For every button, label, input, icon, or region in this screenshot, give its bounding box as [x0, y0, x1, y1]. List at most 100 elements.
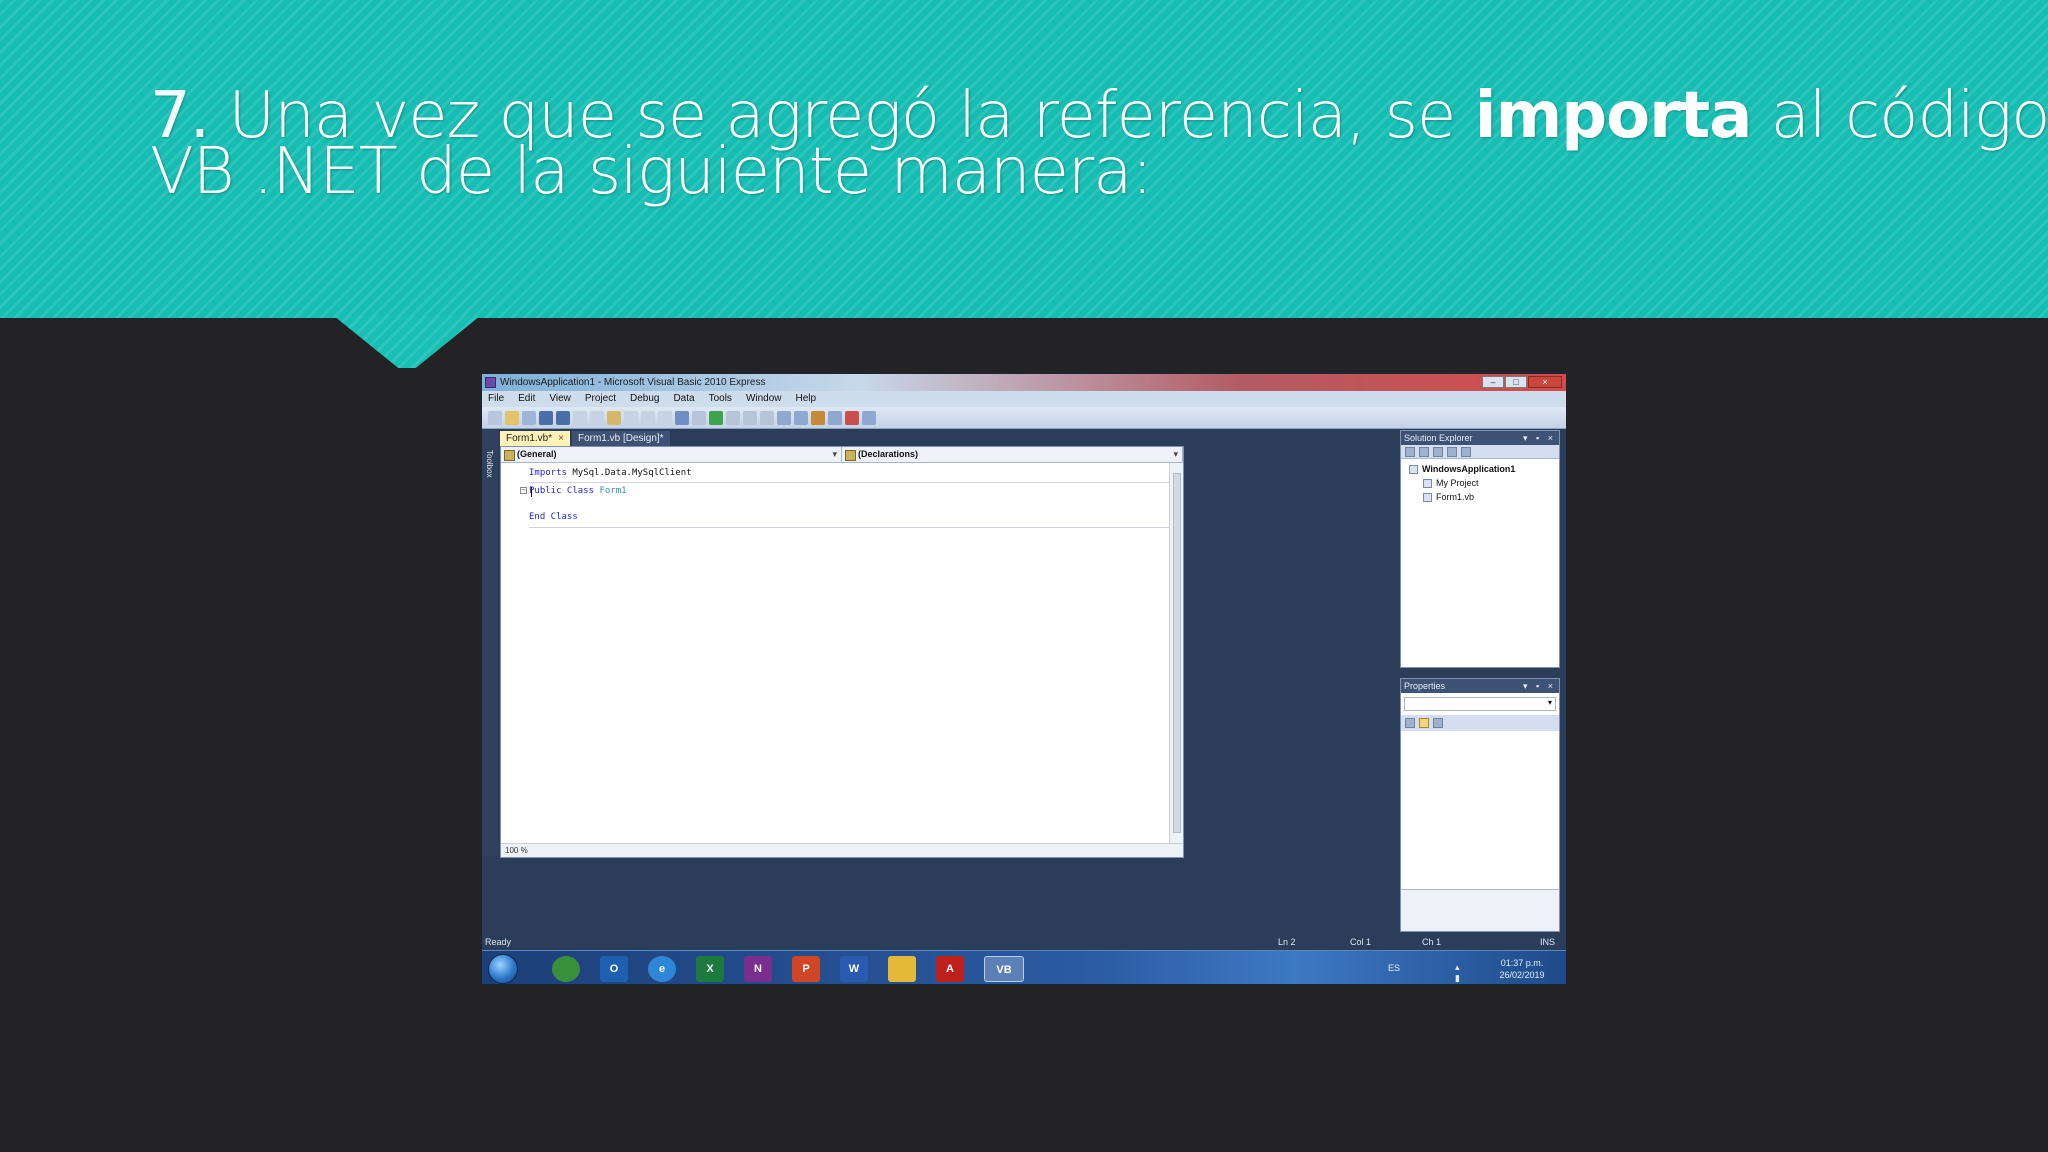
- clock-date: 26/02/2019: [1499, 970, 1545, 980]
- start-button-icon[interactable]: [488, 954, 518, 984]
- tree-item-my-project[interactable]: My Project: [1401, 476, 1559, 490]
- new-project-icon[interactable]: [488, 410, 502, 425]
- title-part-2: al código de: [1770, 79, 2048, 153]
- collapse-outline-icon[interactable]: −: [520, 487, 527, 494]
- onenote-icon[interactable]: N: [744, 956, 772, 982]
- view-designer-icon[interactable]: [1461, 447, 1471, 457]
- keyword: End Class: [529, 512, 578, 522]
- step-over-icon[interactable]: [743, 410, 757, 425]
- panel-controls[interactable]: ▾ ▪ ×: [1523, 431, 1556, 445]
- error-list-icon[interactable]: [845, 410, 859, 425]
- minimize-button[interactable]: –: [1482, 376, 1504, 388]
- open-icon[interactable]: [505, 410, 519, 425]
- close-button[interactable]: ×: [1528, 376, 1562, 388]
- step-into-icon[interactable]: [726, 410, 740, 425]
- menu-debug[interactable]: Debug: [630, 391, 659, 407]
- chevron-down-icon: ▾: [832, 449, 837, 459]
- customize-icon[interactable]: [862, 410, 876, 425]
- tree-item-label: My Project: [1436, 478, 1479, 488]
- code-area[interactable]: Imports MySql.Data.MySqlClient − Public …: [501, 463, 1169, 843]
- property-pages-icon[interactable]: [1433, 718, 1443, 728]
- procedure-separator: [529, 527, 1169, 528]
- tab-form1-code[interactable]: Form1.vb* ×: [500, 431, 570, 446]
- explorer-icon[interactable]: [888, 956, 916, 982]
- word-icon[interactable]: W: [840, 956, 868, 982]
- copy-icon[interactable]: [590, 410, 604, 425]
- properties-icon[interactable]: [1405, 447, 1415, 457]
- acrobat-icon[interactable]: A: [936, 956, 964, 982]
- solution-explorer-panel: Solution Explorer ▾ ▪ × WindowsApplicati…: [1400, 430, 1560, 668]
- tree-item-label: Form1.vb: [1436, 492, 1475, 502]
- vb-app-icon: [485, 377, 496, 388]
- method-name-dropdown[interactable]: (Declarations) ▾: [842, 447, 1183, 462]
- tree-item-solution[interactable]: WindowsApplication1: [1401, 462, 1559, 476]
- language-indicator[interactable]: ES: [1388, 963, 1400, 973]
- tab-label: Form1.vb*: [506, 433, 553, 444]
- object-selector[interactable]: ▾: [1404, 697, 1556, 711]
- menu-window[interactable]: Window: [746, 391, 782, 407]
- chrome-icon[interactable]: [552, 956, 580, 982]
- maximize-button[interactable]: □: [1505, 376, 1527, 388]
- properties-title: Properties: [1404, 681, 1446, 691]
- slide-title: 7. Una vez que se agregó la referencia, …: [150, 84, 2048, 204]
- properties-icon[interactable]: [794, 410, 808, 425]
- cut-icon[interactable]: [573, 410, 587, 425]
- clock[interactable]: 01:37 p.m. 26/02/2019: [1494, 957, 1550, 981]
- chevron-down-icon: ▾: [1173, 449, 1178, 459]
- toolbox-label: Toolbox: [485, 450, 494, 478]
- undo-icon[interactable]: [675, 410, 689, 425]
- add-item-icon[interactable]: [522, 410, 536, 425]
- toolbox-icon[interactable]: [811, 410, 825, 425]
- tab-form1-design[interactable]: Form1.vb [Design]*: [571, 431, 670, 446]
- save-all-icon[interactable]: [556, 410, 570, 425]
- windows-taskbar: O e X N P W A VB ES ▴ ▮ ◂ 01:37 p.m. 26/…: [482, 950, 1566, 984]
- comment-icon[interactable]: [641, 410, 655, 425]
- powerpoint-icon[interactable]: P: [792, 956, 820, 982]
- properties-toolbar: [1401, 715, 1559, 731]
- vertical-scrollbar[interactable]: [1169, 463, 1183, 843]
- zoom-level[interactable]: 100 %: [505, 846, 528, 855]
- find-icon[interactable]: [624, 410, 638, 425]
- ide-screenshot: WindowsApplication1 - Microsoft Visual B…: [481, 373, 1567, 985]
- toolbox-strip[interactable]: Toolbox: [482, 430, 498, 856]
- start-debugging-icon[interactable]: [709, 410, 723, 425]
- title-bold-word: importa: [1474, 79, 1753, 153]
- close-tab-icon[interactable]: ×: [558, 433, 564, 444]
- code-editor[interactable]: (General) ▾ (Declarations) ▾ Imports MyS…: [500, 446, 1184, 858]
- solution-explorer-toolbar: [1401, 445, 1559, 459]
- show-all-files-icon[interactable]: [1419, 447, 1429, 457]
- class-name: Form1: [594, 486, 627, 496]
- alphabetical-icon[interactable]: [1419, 718, 1429, 728]
- redo-icon[interactable]: [692, 410, 706, 425]
- ie-icon[interactable]: e: [648, 956, 676, 982]
- refresh-icon[interactable]: [1433, 447, 1443, 457]
- solution-explorer-icon[interactable]: [777, 410, 791, 425]
- clock-time: 01:37 p.m.: [1500, 958, 1544, 968]
- class-name-dropdown[interactable]: (General) ▾: [501, 447, 842, 462]
- tree-item-form1[interactable]: Form1.vb: [1401, 490, 1559, 504]
- menu-project[interactable]: Project: [585, 391, 616, 407]
- method-name-value: (Declarations): [858, 449, 919, 459]
- standard-toolbar: [482, 407, 1566, 429]
- tray-icons[interactable]: ▴ ▮ ◂: [1455, 962, 1466, 984]
- panel-controls[interactable]: ▾ ▪ ×: [1523, 679, 1556, 693]
- menu-tools[interactable]: Tools: [709, 391, 732, 407]
- menu-help[interactable]: Help: [796, 391, 817, 407]
- scroll-thumb[interactable]: [1173, 473, 1181, 833]
- object-browser-icon[interactable]: [828, 410, 842, 425]
- menu-edit[interactable]: Edit: [518, 391, 535, 407]
- save-icon[interactable]: [539, 410, 553, 425]
- paste-icon[interactable]: [607, 410, 621, 425]
- menu-data[interactable]: Data: [673, 391, 694, 407]
- code-line-end-class: End Class: [529, 511, 578, 523]
- menu-view[interactable]: View: [549, 391, 571, 407]
- uncomment-icon[interactable]: [658, 410, 672, 425]
- menu-file[interactable]: File: [488, 391, 504, 407]
- step-out-icon[interactable]: [760, 410, 774, 425]
- status-ready: Ready: [485, 937, 512, 947]
- visual-basic-icon[interactable]: VB: [984, 956, 1024, 982]
- categorized-icon[interactable]: [1405, 718, 1415, 728]
- excel-icon[interactable]: X: [696, 956, 724, 982]
- view-code-icon[interactable]: [1447, 447, 1457, 457]
- outlook-icon[interactable]: O: [600, 956, 628, 982]
